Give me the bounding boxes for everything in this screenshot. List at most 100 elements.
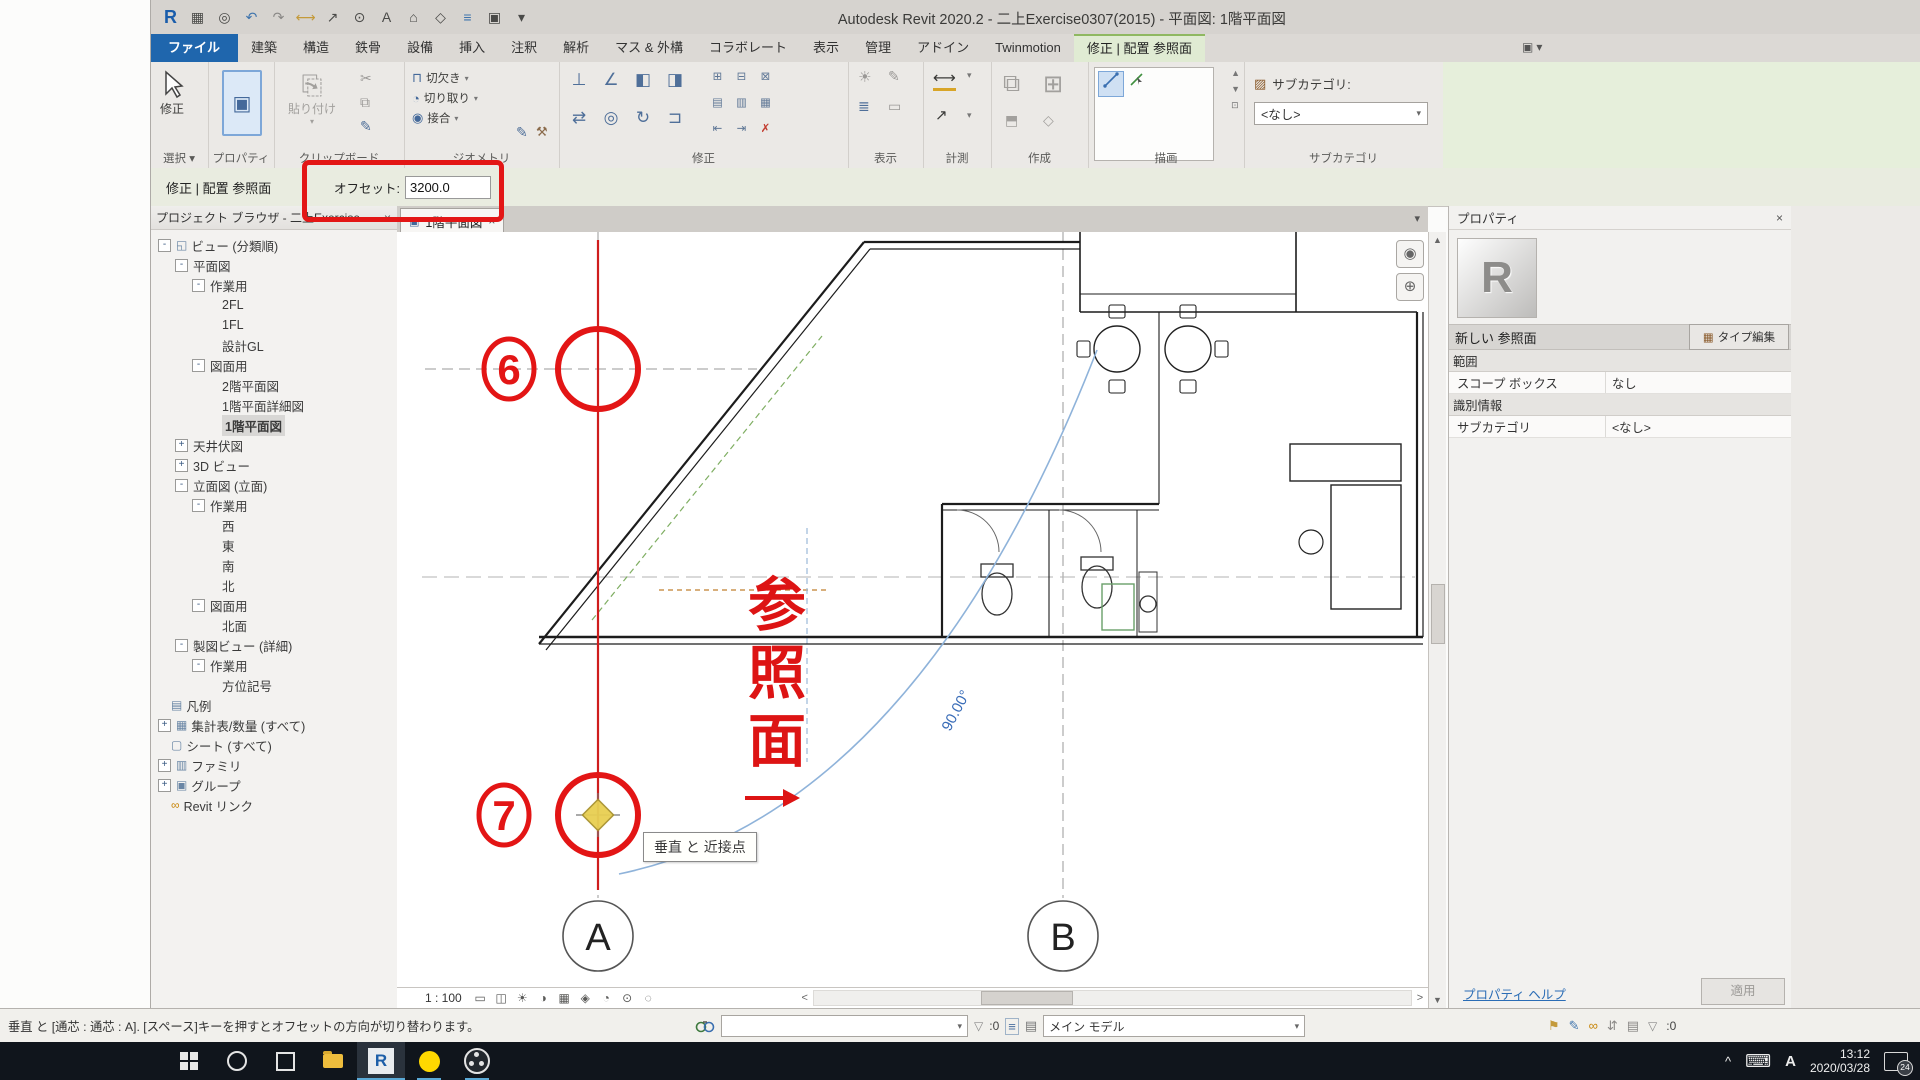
filter-icon[interactable]: ▽ xyxy=(974,1019,983,1033)
tab-insert[interactable]: 挿入 xyxy=(446,34,498,62)
demolish-icon[interactable]: ⚒ xyxy=(536,124,548,140)
pin-icon[interactable]: ▦ xyxy=(757,96,774,111)
crop-view-icon[interactable]: ▦ xyxy=(556,991,573,1005)
vertical-scrollbar[interactable]: ▲ ▼ xyxy=(1428,232,1446,1008)
properties-help-link[interactable]: プロパティ ヘルプ xyxy=(1463,984,1566,1003)
tree-item[interactable]: ▢ シート (すべて) xyxy=(150,735,397,755)
tree-item[interactable]: - 図面用 xyxy=(150,595,397,615)
tree-expander[interactable]: + xyxy=(158,759,171,772)
modify-button[interactable]: 修正 xyxy=(160,70,184,117)
tab-architecture[interactable]: 建築 xyxy=(238,34,290,62)
tree-expander[interactable]: - xyxy=(175,479,188,492)
design-options-dropdown[interactable]: メイン モデル▾ xyxy=(1043,1015,1305,1037)
steering-wheel-icon[interactable]: ◉ xyxy=(1396,240,1424,268)
tab-modify-place-reference-plane[interactable]: 修正 | 配置 参照面 xyxy=(1074,34,1205,62)
tree-item[interactable]: + 天井伏図 xyxy=(150,435,397,455)
tree-item[interactable]: 2階平面図 xyxy=(150,375,397,395)
tree-expander[interactable]: - xyxy=(192,499,205,512)
paint-icon[interactable]: ✎ xyxy=(516,124,528,141)
tree-expander[interactable]: + xyxy=(158,719,171,732)
tab-structure[interactable]: 構造 xyxy=(290,34,342,62)
tab-manage[interactable]: 管理 xyxy=(852,34,904,62)
tree-item[interactable]: 東 xyxy=(150,535,397,555)
cope-icon[interactable]: ∠ xyxy=(599,68,623,92)
tree-item[interactable]: 設計GL xyxy=(150,335,397,355)
tree-item[interactable]: - 作業用 xyxy=(150,495,397,515)
split-icon[interactable]: ⊞ xyxy=(709,70,726,85)
view-range-icon[interactable]: ▭ xyxy=(888,98,901,115)
worksets-icon[interactable] xyxy=(695,1019,715,1033)
scroll-down-icon[interactable]: ▼ xyxy=(1231,84,1240,94)
workset-dropdown[interactable]: ▾ xyxy=(721,1015,968,1037)
sun-path-icon[interactable]: ☀ xyxy=(514,991,531,1005)
tab-massing-site[interactable]: マス & 外構 xyxy=(602,34,696,62)
draw-line-tool[interactable] xyxy=(1098,71,1124,97)
obs-app-button[interactable] xyxy=(453,1042,501,1080)
dimension-icon[interactable]: ↗ xyxy=(935,106,948,124)
tree-item[interactable]: + ▥ ファミリ xyxy=(150,755,397,775)
tab-view[interactable]: 表示 xyxy=(800,34,852,62)
panel-label-select[interactable]: 選択 ▾ xyxy=(150,150,208,166)
tree-item[interactable]: 北面 xyxy=(150,615,397,635)
tree-expander[interactable]: - xyxy=(192,359,205,372)
grid-bubble-a[interactable]: A xyxy=(585,917,611,959)
tree-item[interactable]: + 3D ビュー xyxy=(150,455,397,475)
cut-icon[interactable]: ✂ xyxy=(360,70,372,87)
scroll-down-icon[interactable]: ▼ xyxy=(1429,995,1446,1006)
scroll-right-icon[interactable]: > xyxy=(1412,992,1428,1004)
shadows-icon[interactable]: ◑ xyxy=(535,991,552,1005)
reveal-hidden-icon[interactable]: ⊙ xyxy=(619,991,636,1005)
taskbar-clock[interactable]: 13:12 2020/03/28 xyxy=(1810,1047,1870,1075)
selection-filter-icon[interactable]: ▽ xyxy=(1648,1019,1657,1033)
search-button[interactable] xyxy=(213,1042,261,1080)
view-list-chevron-icon[interactable]: ▾ xyxy=(1414,212,1420,225)
default-3d-view-icon[interactable]: ⌂ xyxy=(401,6,426,28)
split-gap-icon[interactable]: ⊟ xyxy=(733,70,750,85)
cope-button[interactable]: ⊓ 切欠き ▾ xyxy=(412,68,478,88)
tree-expander[interactable]: - xyxy=(192,279,205,292)
design-options-icon[interactable]: ≡ xyxy=(1005,1018,1019,1035)
measure-icon[interactable]: ⟷ xyxy=(293,6,318,28)
horizontal-scrollbar[interactable]: < > xyxy=(797,988,1428,1008)
tab-steel[interactable]: 鉄骨 xyxy=(342,34,394,62)
scroll-left-icon[interactable]: < xyxy=(797,992,813,1004)
linework-icon[interactable]: ✎ xyxy=(888,68,900,85)
touch-keyboard-icon[interactable]: ⌨ xyxy=(1745,1051,1771,1072)
detail-level-icon[interactable]: ▭ xyxy=(472,991,489,1005)
show-hidden-icons-chevron[interactable]: ^ xyxy=(1725,1054,1731,1069)
cut-profile-icon[interactable]: ≣ xyxy=(858,98,870,115)
tree-item[interactable]: 南 xyxy=(150,555,397,575)
tree-item[interactable]: 1階平面図 xyxy=(150,415,397,435)
file-explorer-button[interactable] xyxy=(309,1042,357,1080)
links-icon[interactable]: ∞ xyxy=(1589,1018,1598,1034)
unpin-icon[interactable]: ⊠ xyxy=(757,70,774,85)
text-icon[interactable]: A xyxy=(374,6,399,28)
undo-icon[interactable]: ↶ xyxy=(239,6,264,28)
tab-file[interactable]: ファイル xyxy=(150,34,238,62)
align-icon[interactable]: ⊥ xyxy=(567,68,591,92)
tab-annotate[interactable]: 注釈 xyxy=(498,34,550,62)
worksharing-icon[interactable]: ⚑ xyxy=(1548,1018,1560,1034)
tree-item[interactable]: 1階平面詳細図 xyxy=(150,395,397,415)
tree-expander[interactable]: + xyxy=(175,439,188,452)
array-icon[interactable]: ▤ xyxy=(709,96,726,111)
tree-item[interactable]: 西 xyxy=(150,515,397,535)
tree-expander[interactable]: + xyxy=(175,459,188,472)
extend-icon[interactable]: ⇥ xyxy=(733,122,750,137)
ribbon-display-toggle[interactable]: ▣▾ xyxy=(1522,40,1542,54)
ime-mode-indicator[interactable]: A xyxy=(1785,1053,1796,1070)
delete-icon[interactable]: ✗ xyxy=(757,122,774,137)
scrollbar-thumb[interactable] xyxy=(1431,584,1445,644)
match-properties-icon[interactable]: ✎ xyxy=(360,118,372,135)
view-scale[interactable]: 1 : 100 xyxy=(425,991,462,1005)
collaborate-icon[interactable]: ◎ xyxy=(212,6,237,28)
create-assembly-icon[interactable]: ⬒ xyxy=(1005,112,1018,129)
trim-extend-icon[interactable]: ⊐ xyxy=(663,106,687,130)
tab-collaborate[interactable]: コラボレート xyxy=(696,34,800,62)
scale-icon[interactable]: ▥ xyxy=(733,96,750,111)
show-crop-icon[interactable]: ◈ xyxy=(577,991,594,1005)
switch-windows-icon[interactable]: ▣ xyxy=(482,6,507,28)
mirror-draw-axis-icon[interactable]: ◨ xyxy=(663,68,687,92)
visual-style-icon[interactable]: ◫ xyxy=(493,991,510,1005)
trim-corner-icon[interactable]: ⇤ xyxy=(709,122,726,137)
